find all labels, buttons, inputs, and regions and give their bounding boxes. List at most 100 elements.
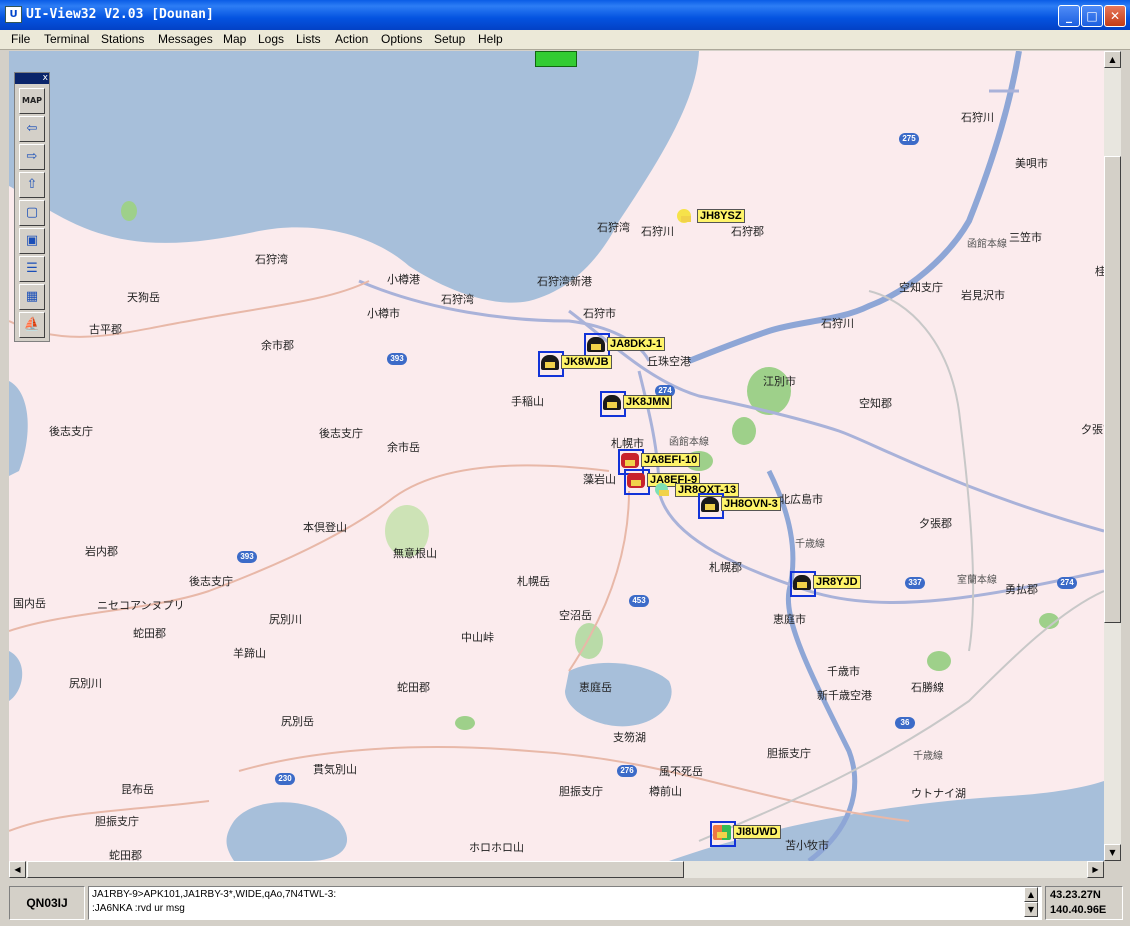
menu-stations[interactable]: Stations [101, 32, 144, 46]
frame-icon[interactable]: ▢ [19, 200, 45, 226]
place-label: 夕張市 [1081, 423, 1104, 436]
arrow-left-icon[interactable]: ⇦ [19, 116, 45, 142]
place-label: 羊蹄山 [233, 647, 266, 660]
menu-terminal[interactable]: Terminal [44, 32, 89, 46]
place-label: 藻岩山 [583, 473, 616, 486]
place-label: 尻別川 [69, 677, 102, 690]
zoom-icon[interactable]: ⛵ [19, 312, 45, 338]
place-label: 空知郡 [859, 397, 892, 410]
floating-toolbar[interactable]: x MAP ⇦ ⇨ ⇧ ▢ ▣ ☰ ▦ ⛵ [14, 72, 50, 342]
route-shield: 276 [617, 765, 637, 777]
route-shield: 274 [1057, 577, 1077, 589]
place-label: 天狗岳 [127, 291, 160, 304]
place-label: 石狩市 [583, 307, 616, 320]
monitor-window[interactable]: JA1RBY-9>APK101,JA1RBY-3*,WIDE,qAo,7N4TW… [88, 886, 1042, 920]
computer-icon[interactable]: ▣ [19, 228, 45, 254]
place-label: 樽前山 [649, 785, 682, 798]
house-icon [587, 337, 605, 352]
rail-label: 千歳線 [795, 539, 825, 550]
place-label: 蛇田郡 [109, 849, 142, 861]
toolbar-close-icon[interactable]: x [43, 73, 48, 84]
horizontal-scroll-thumb[interactable] [27, 861, 684, 878]
scroll-up-button[interactable]: ▲ [1104, 51, 1121, 68]
place-label: 夕張郡 [919, 517, 952, 530]
rail-label: 室蘭本線 [957, 575, 997, 586]
place-label: 小樽市 [367, 307, 400, 320]
car-icon [621, 453, 639, 468]
grid-locator: QN03IJ [9, 886, 85, 920]
route-shield: 275 [899, 133, 919, 145]
menu-setup[interactable]: Setup [434, 32, 465, 46]
place-label: 恵庭市 [773, 613, 806, 626]
scroll-down-button[interactable]: ▼ [1104, 844, 1121, 861]
place-label: 北広島市 [779, 493, 823, 506]
route-shield: 453 [629, 595, 649, 607]
menu-bar: File Terminal Stations Messages Map Logs… [0, 30, 1130, 50]
green-grid-marker [535, 51, 577, 67]
place-label: 小樽港 [387, 273, 420, 286]
monitor-line-2: :JA6NKA :rvd ur msg [92, 903, 185, 914]
route-shield: 36 [895, 717, 915, 729]
maximize-button[interactable]: □ [1081, 5, 1103, 27]
menu-action[interactable]: Action [335, 32, 368, 46]
place-label: 石狩川 [821, 317, 854, 330]
horizontal-scrollbar[interactable]: ◀ ▶ [9, 861, 1104, 878]
menu-lists[interactable]: Lists [296, 32, 321, 46]
close-button[interactable]: ✕ [1104, 5, 1126, 27]
place-label: 古平郡 [89, 323, 122, 336]
place-label: 胆振支庁 [95, 815, 139, 828]
place-label: 貫気別山 [313, 763, 357, 776]
map-background [9, 51, 1104, 861]
monitor-line-1: JA1RBY-9>APK101,JA1RBY-3*,WIDE,qAo,7N4TW… [92, 889, 337, 900]
place-label: 石狩川 [641, 225, 674, 238]
place-label: 支笏湖 [613, 731, 646, 744]
monitor-scroll[interactable]: ▲ ▼ [1024, 887, 1038, 917]
map-view[interactable]: 石狩川美唄市三笠市桂沢空知支庁岩見沢市石狩川石狩湾石狩川石狩郡石狩湾石狩湾新港小… [9, 51, 1104, 861]
map-icon[interactable]: MAP [19, 88, 45, 114]
menu-map[interactable]: Map [223, 32, 246, 46]
station-callsign-label: JA8DKJ-1 [607, 337, 665, 351]
list-icon[interactable]: ☰ [19, 256, 45, 282]
place-label: 後志支庁 [49, 425, 93, 438]
place-label: 勇払郡 [1005, 583, 1038, 596]
arrow-up-icon[interactable]: ⇧ [19, 172, 45, 198]
menu-help[interactable]: Help [478, 32, 503, 46]
vertical-scroll-thumb[interactable] [1104, 156, 1121, 623]
minimize-button[interactable]: _ [1058, 5, 1080, 27]
place-label: 国内岳 [13, 597, 46, 610]
menu-options[interactable]: Options [381, 32, 422, 46]
app-icon[interactable]: U [5, 6, 22, 23]
car-icon [627, 473, 645, 488]
place-label: 千歳市 [827, 665, 860, 678]
digipeater-star-icon [655, 483, 669, 496]
station-callsign-label: JI8UWD [733, 825, 781, 839]
ishikari-bay [9, 51, 699, 303]
menu-messages[interactable]: Messages [158, 32, 213, 46]
place-label: 札幌岳 [517, 575, 550, 588]
menu-file[interactable]: File [11, 32, 30, 46]
menu-logs[interactable]: Logs [258, 32, 284, 46]
place-label: 空知支庁 [899, 281, 943, 294]
route-shield: 337 [905, 577, 925, 589]
status-bar: QN03IJ JA1RBY-9>APK101,JA1RBY-3*,WIDE,qA… [0, 880, 1130, 926]
place-label: ホロホロ山 [469, 841, 524, 854]
place-label: 余市岳 [387, 441, 420, 454]
vertical-scrollbar[interactable]: ▲ ▼ [1104, 51, 1121, 861]
place-label: 昆布岳 [121, 783, 154, 796]
calendar-icon[interactable]: ▦ [19, 284, 45, 310]
monitor-scroll-down[interactable]: ▼ [1024, 902, 1038, 917]
monitor-scroll-up[interactable]: ▲ [1024, 887, 1038, 902]
toolbar-titlebar[interactable]: x [15, 73, 49, 84]
place-label: 札幌郡 [709, 561, 742, 574]
station-callsign-label: JA8EFI-10 [641, 453, 701, 467]
coordinates-display: 43.23.27N 140.40.96E [1045, 886, 1123, 920]
place-label: 岩見沢市 [961, 289, 1005, 302]
title-bar[interactable]: U UI-View32 V2.03 [Dounan] _ □ ✕ [0, 0, 1130, 30]
place-label: 美唄市 [1015, 157, 1048, 170]
place-label: 余市郡 [261, 339, 294, 352]
place-label: 後志支庁 [189, 575, 233, 588]
arrow-right-icon[interactable]: ⇨ [19, 144, 45, 170]
route-shield: 393 [387, 353, 407, 365]
scroll-right-button[interactable]: ▶ [1087, 861, 1104, 878]
scroll-left-button[interactable]: ◀ [9, 861, 26, 878]
